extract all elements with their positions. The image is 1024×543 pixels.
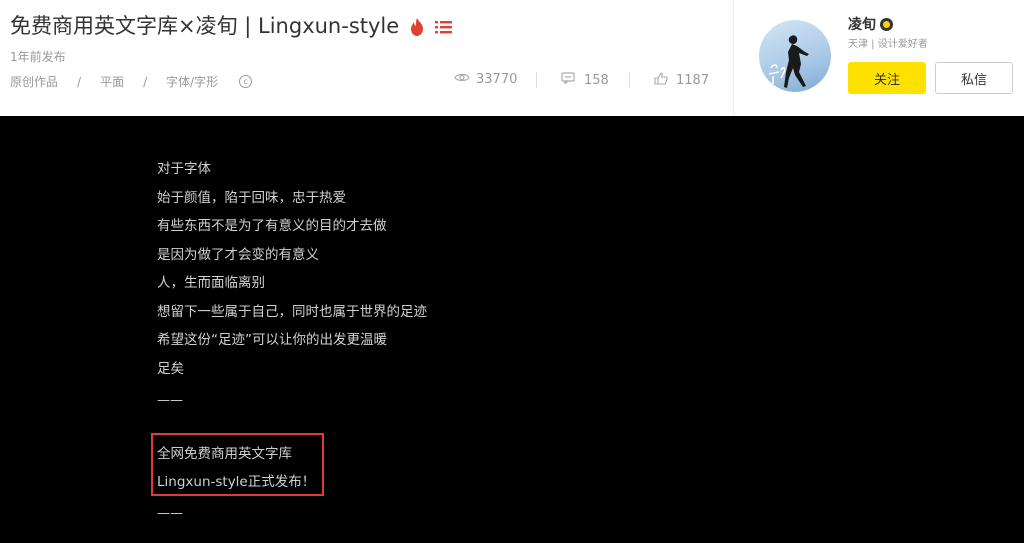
breadcrumb-separator: / <box>77 74 82 89</box>
category-font[interactable]: 字体/字形 <box>166 73 218 90</box>
work-info: 免费商用英文字库×凌旬 | Lingxun-style 1年前发布 原创作品 /… <box>0 0 733 116</box>
content-line: 想留下一些属于自己，同时也属于世界的足迹 <box>157 304 427 320</box>
highlight-line: 全网免费商用英文字库 <box>157 446 292 462</box>
follow-button[interactable]: 关注 <box>848 62 926 94</box>
divider-dash: —— <box>157 393 183 408</box>
divider-dash: —— <box>157 506 183 521</box>
comment-count-value: 158 <box>584 72 609 88</box>
thumbs-up-icon <box>654 72 668 89</box>
comment-count[interactable]: 158 <box>561 72 609 88</box>
content-line: 对于字体 <box>157 161 211 177</box>
content-line: 希望这份“足迹”可以让你的出发更温暖 <box>157 332 387 348</box>
content-line: 有些东西不是为了有意义的目的才去做 <box>157 218 387 234</box>
content-line: 足矣 <box>157 361 184 377</box>
fire-icon <box>409 16 425 36</box>
breadcrumb: 原创作品 / 平面 / 字体/字形 c <box>10 73 253 90</box>
comment-icon <box>561 72 575 88</box>
category-original[interactable]: 原创作品 <box>10 73 58 90</box>
stat-divider <box>536 72 537 88</box>
content-line: 人，生而面临离别 <box>157 275 265 291</box>
author-name-text: 凌旬 <box>848 17 876 33</box>
verified-badge-icon <box>880 17 893 31</box>
highlight-line: Lingxun-style正式发布！ <box>157 474 316 490</box>
list-icon[interactable] <box>435 16 453 36</box>
view-count: 33770 <box>454 72 517 87</box>
content-line: 始于颜值，陷于回味，忠于热爱 <box>157 190 346 206</box>
page-title: 免费商用英文字库×凌旬 | Lingxun-style <box>10 12 453 40</box>
avatar[interactable] <box>759 20 831 92</box>
header-divider <box>733 0 734 116</box>
title-text: 免费商用英文字库×凌旬 | Lingxun-style <box>10 14 400 38</box>
eye-icon <box>454 72 470 87</box>
like-count-value: 1187 <box>676 73 710 88</box>
creative-commons-icon[interactable]: c <box>239 75 253 88</box>
breadcrumb-separator: / <box>143 74 148 89</box>
stat-divider <box>629 72 630 88</box>
content-line: 是因为做了才会变的有意义 <box>157 247 319 263</box>
author-name[interactable]: 凌旬 <box>848 14 893 34</box>
author-description: 天津 | 设计爱好者 <box>848 39 928 50</box>
header: 免费商用英文字库×凌旬 | Lingxun-style 1年前发布 原创作品 /… <box>0 0 1024 116</box>
category-graphic[interactable]: 平面 <box>100 73 124 90</box>
like-count[interactable]: 1187 <box>654 72 709 89</box>
publish-date: 1年前发布 <box>10 50 66 64</box>
article-content: 对于字体 始于颜值，陷于回味，忠于热爱 有些东西不是为了有意义的目的才去做 是因… <box>0 116 1024 543</box>
view-count-value: 33770 <box>476 72 518 87</box>
message-button[interactable]: 私信 <box>935 62 1013 94</box>
